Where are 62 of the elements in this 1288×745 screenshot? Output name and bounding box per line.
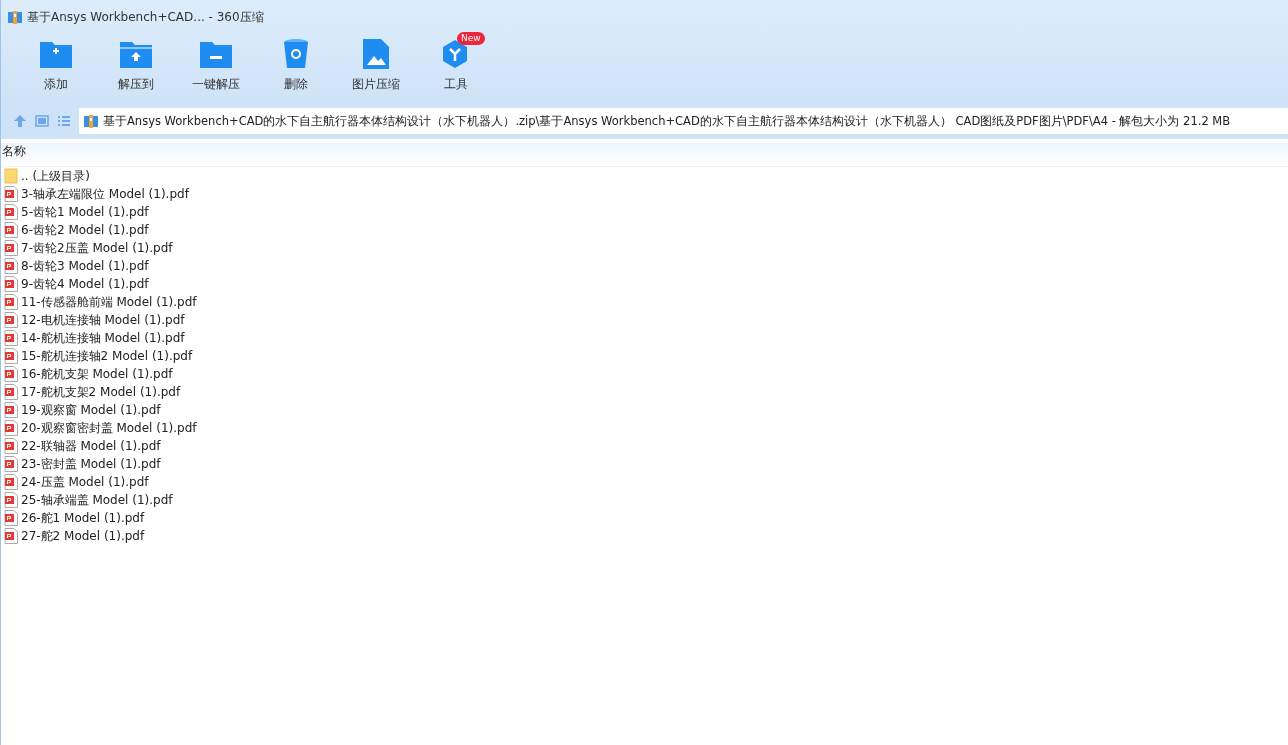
folder-minus-icon	[200, 40, 232, 68]
extract-to-button[interactable]: 解压到	[107, 36, 165, 95]
image-button[interactable]: 图片压缩	[347, 36, 405, 95]
folder-icon	[4, 168, 18, 184]
pdf-file-icon	[4, 456, 18, 472]
add-button[interactable]: 添加	[27, 36, 85, 95]
pdf-file-icon	[4, 384, 18, 400]
file-name[interactable]: 14-舵机连接轴 Model (1).pdf	[21, 329, 185, 347]
pdf-file-icon	[4, 294, 18, 310]
file-name[interactable]: 15-舵机连接轴2 Model (1).pdf	[21, 347, 193, 365]
pdf-file-icon	[4, 258, 18, 274]
file-name[interactable]: 24-压盖 Model (1).pdf	[21, 473, 149, 491]
pdf-file-icon	[4, 510, 18, 526]
delete-button[interactable]: 删除	[267, 36, 325, 95]
file-name[interactable]: 5-齿轮1 Model (1).pdf	[21, 203, 149, 221]
pdf-file-icon	[4, 366, 18, 382]
pdf-file-icon	[4, 204, 18, 220]
file-name[interactable]: 19-观察窗 Model (1).pdf	[21, 401, 161, 419]
file-name[interactable]: 23-密封盖 Model (1).pdf	[21, 455, 161, 473]
file-name[interactable]: 27-舵2 Model (1).pdf	[21, 527, 145, 545]
archive-icon	[83, 113, 99, 129]
up-arrow-icon[interactable]	[13, 114, 27, 128]
thumbnail-view-icon[interactable]	[35, 114, 49, 128]
column-header[interactable]: 名称	[1, 143, 1288, 167]
list-view-icon[interactable]	[57, 114, 71, 128]
file-name[interactable]: 16-舵机支架 Model (1).pdf	[21, 365, 173, 383]
folder-upload-icon	[120, 40, 152, 68]
pdf-file-icon	[4, 492, 18, 508]
file-name[interactable]: 11-传感器舱前端 Model (1).pdf	[21, 293, 197, 311]
pdf-file-icon	[4, 330, 18, 346]
extract-button[interactable]: 一键解压	[187, 36, 245, 95]
pdf-file-icon	[4, 186, 18, 202]
pdf-file-icon	[4, 438, 18, 454]
pdf-file-icon	[4, 312, 18, 328]
pdf-file-icon	[4, 402, 18, 418]
file-name[interactable]: 9-齿轮4 Model (1).pdf	[21, 275, 149, 293]
file-name[interactable]: 26-舵1 Model (1).pdf	[21, 509, 145, 527]
pdf-file-icon	[4, 276, 18, 292]
pdf-file-icon	[4, 348, 18, 364]
address-field[interactable]: 基于Ansys Workbench+CAD的水下自主航行器本体结构设计（水下机器人）.zip\基于Ansys Workbench+CAD的水下自主航行器本体结构设计（水下机器人） CAD图纸及PDF图片\PDF\A4 - 解包大小为 21.2 MB	[79, 108, 1288, 134]
archive-icon	[7, 9, 23, 25]
file-name[interactable]: 17-舵机支架2 Model (1).pdf	[21, 383, 181, 401]
file-name[interactable]: 7-齿轮2压盖 Model (1).pdf	[21, 239, 173, 257]
recycle-bin-icon	[283, 39, 309, 69]
pdf-file-icon	[4, 240, 18, 256]
pdf-file-icon	[4, 222, 18, 238]
file-name[interactable]: 20-观察窗密封盖 Model (1).pdf	[21, 419, 197, 437]
pdf-file-icon	[4, 474, 18, 490]
file-name[interactable]: 6-齿轮2 Model (1).pdf	[21, 221, 149, 239]
image-file-icon	[363, 39, 389, 69]
file-name[interactable]: 12-电机连接轴 Model (1).pdf	[21, 311, 185, 329]
file-name[interactable]: 22-联轴器 Model (1).pdf	[21, 437, 161, 455]
address-path: 基于Ansys Workbench+CAD的水下自主航行器本体结构设计（水下机器人）.zip\基于Ansys Workbench+CAD的水下自主航行器本体结构设计（水下机器人） CAD图纸及PDF图片\PDF\A4 - 解包大小为 21.2 MB	[103, 113, 1231, 129]
pdf-file-icon	[4, 420, 18, 436]
file-name[interactable]: 3-轴承左端限位 Model (1).pdf	[21, 185, 189, 203]
file-name[interactable]: 8-齿轮3 Model (1).pdf	[21, 257, 149, 275]
window-title: 基于Ansys Workbench+CAD... - 360压缩	[27, 8, 264, 26]
folder-plus-icon	[40, 40, 72, 68]
pdf-file-icon	[4, 528, 18, 544]
new-badge: New	[457, 32, 485, 45]
file-name[interactable]: .. (上级目录)	[21, 167, 90, 185]
file-name[interactable]: 25-轴承端盖 Model (1).pdf	[21, 491, 173, 509]
